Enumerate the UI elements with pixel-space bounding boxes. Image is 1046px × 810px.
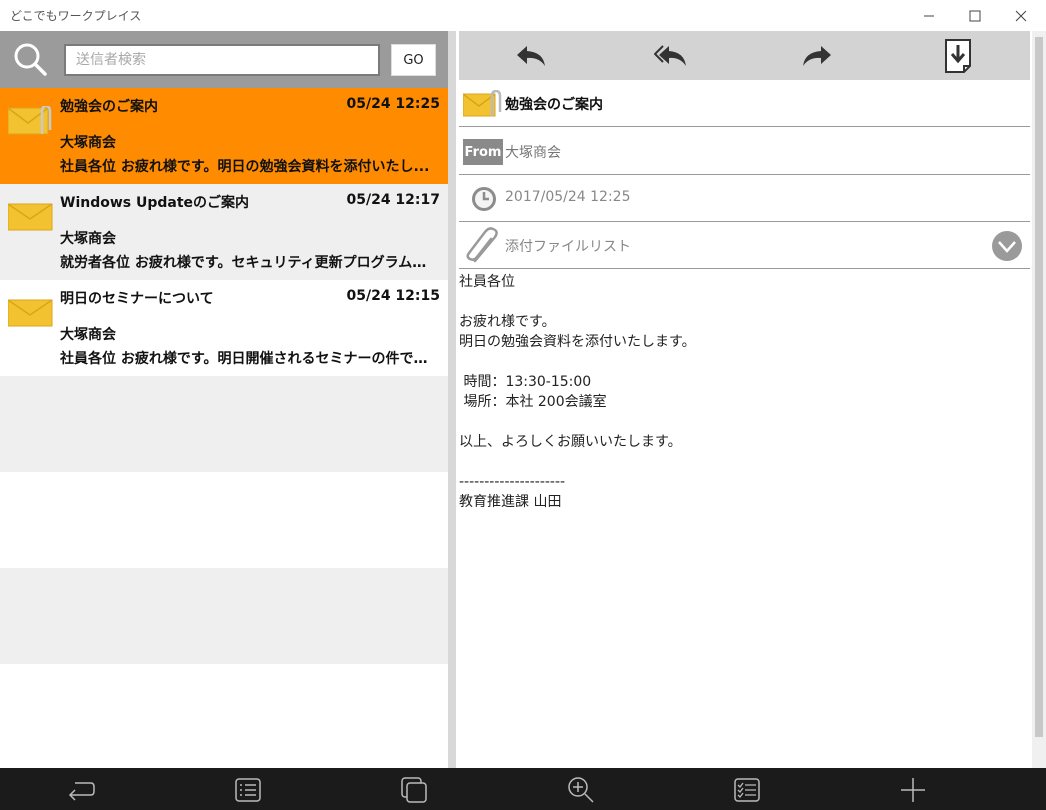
mail-list-pane: GO 勉強会のご案内 05/24 12:25 大塚商会 社員各位 お疲れ様です。… (0, 31, 448, 768)
title-bar: どこでもワークプレイス (0, 0, 1046, 31)
envelope-icon (8, 299, 53, 327)
mail-sender: 大塚商会 (60, 135, 116, 151)
sender-search-input[interactable] (64, 44, 380, 76)
reader-from-row: From 大塚商会 (459, 128, 1030, 175)
forward-icon (803, 46, 831, 66)
attachment-list-row[interactable]: 添付ファイルリスト (459, 222, 1030, 269)
reader-toolbar (459, 31, 1030, 80)
mail-subject: Windows Updateのご案内 (60, 195, 250, 211)
reply-all-button[interactable] (653, 39, 689, 73)
mail-item[interactable]: 明日のセミナーについて 05/24 12:15 大塚商会 社員各位 お疲れ様です… (0, 280, 448, 376)
reply-button[interactable] (513, 39, 549, 73)
window-title: どこでもワークプレイス (10, 9, 142, 23)
pane-splitter[interactable] (448, 31, 456, 768)
add-button[interactable] (898, 776, 928, 804)
mail-item[interactable]: Windows Updateのご案内 05/24 12:17 大塚商会 就労者各… (0, 184, 448, 280)
chevron-down-icon[interactable] (991, 230, 1023, 262)
empty-row (0, 472, 448, 568)
forward-button[interactable] (799, 39, 835, 73)
reader-from[interactable]: 大塚商会 (505, 142, 561, 162)
maximize-button[interactable] (952, 0, 998, 31)
checklist-icon (734, 778, 760, 802)
envelope-attachment-icon (8, 106, 52, 135)
list-button[interactable] (233, 776, 263, 804)
mail-subject: 明日のセミナーについて (60, 291, 214, 307)
reader-subject-row: 勉強会のご案内 (459, 80, 1030, 127)
windows-icon (401, 777, 427, 803)
save-attachment-button[interactable] (941, 39, 977, 73)
envelope-icon (8, 203, 53, 231)
scrollbar-thumb[interactable] (1035, 37, 1043, 737)
list-icon (235, 778, 261, 802)
mail-date: 05/24 12:17 (346, 192, 440, 208)
envelope-attachment-icon (463, 90, 502, 117)
back-button[interactable] (66, 776, 96, 804)
reply-icon (517, 46, 545, 66)
reply-all-icon (654, 45, 686, 66)
zoom-icon (568, 777, 594, 803)
reader-subject: 勉強会のご案内 (505, 97, 603, 113)
mail-preview: 就労者各位 お疲れ様です。セキュリティ更新プログラムが公... (60, 255, 438, 271)
attachment-list-label: 添付ファイルリスト (505, 239, 631, 255)
mail-sender: 大塚商会 (60, 231, 116, 247)
from-badge: From (463, 139, 503, 165)
windows-button[interactable] (399, 776, 429, 804)
mail-list: 勉強会のご案内 05/24 12:25 大塚商会 社員各位 お疲れ様です。明日の… (0, 88, 448, 760)
search-icon[interactable] (12, 41, 48, 77)
mail-preview: 社員各位 お疲れ様です。明日開催されるセミナーの件です。 (60, 351, 438, 367)
maximize-icon (969, 10, 981, 21)
app-window: どこでもワークプレイス GO (0, 0, 1046, 810)
empty-row (0, 568, 448, 664)
empty-row (0, 376, 448, 472)
vertical-scrollbar[interactable] (1032, 31, 1046, 768)
mail-sender: 大塚商会 (60, 327, 116, 343)
back-icon (68, 782, 95, 801)
empty-row (0, 664, 448, 760)
mail-preview: 社員各位 お疲れ様です。明日の勉強会資料を添付いたし... (60, 159, 430, 175)
mail-body: 社員各位 お疲れ様です。 明日の勉強会資料を添付いたします。 時間：13:30-… (459, 274, 696, 510)
mail-date: 05/24 12:25 (346, 96, 440, 112)
mail-item[interactable]: 勉強会のご案内 05/24 12:25 大塚商会 社員各位 お疲れ様です。明日の… (0, 88, 448, 184)
checklist-button[interactable] (732, 776, 762, 804)
zoom-button[interactable] (566, 776, 596, 804)
search-bar: GO (0, 31, 448, 88)
go-button[interactable]: GO (391, 44, 436, 76)
close-button[interactable] (998, 0, 1044, 31)
minimize-icon (924, 15, 934, 16)
reader-date-row: 2017/05/24 12:25 (459, 175, 1030, 222)
close-icon (1015, 10, 1027, 21)
download-icon (945, 39, 971, 73)
paperclip-icon (466, 227, 498, 263)
mail-subject: 勉強会のご案内 (60, 99, 158, 115)
minimize-button[interactable] (906, 0, 952, 31)
mail-date: 05/24 12:15 (346, 288, 440, 304)
bottom-app-bar (0, 768, 1046, 810)
add-icon (901, 778, 925, 802)
clock-icon (472, 187, 496, 211)
mail-reader-pane: 勉強会のご案内 From 大塚商会 2017/05/24 12:25 添付ファイ… (456, 31, 1032, 768)
reader-datetime: 2017/05/24 12:25 (505, 189, 631, 205)
